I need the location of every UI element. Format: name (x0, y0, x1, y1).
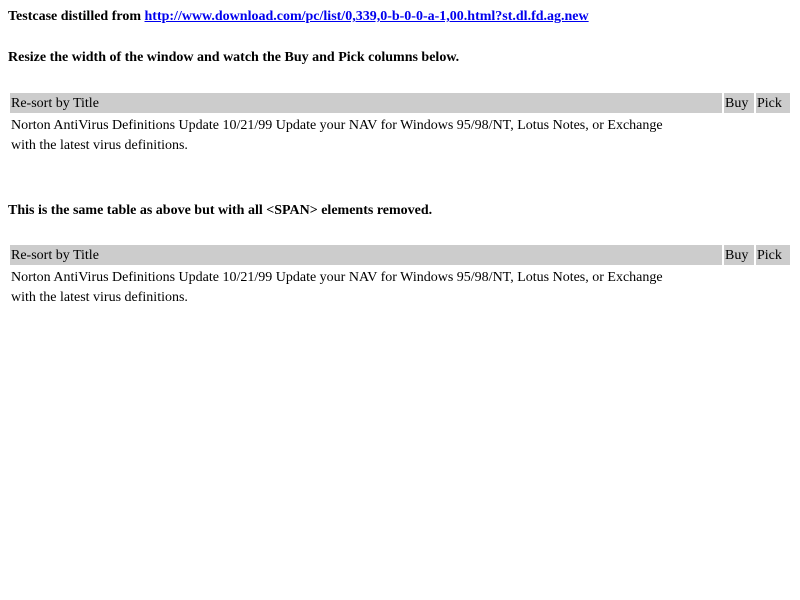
download-table-without-spans: Re-sort by Title Buy Pick Norton AntiVir… (8, 243, 792, 311)
resize-instruction: Resize the width of the window and watch… (8, 50, 460, 65)
buy-column-header: Buy (724, 93, 754, 113)
table-row: Norton AntiVirus Definitions Update 10/2… (10, 115, 790, 157)
buy-cell (724, 115, 754, 157)
buy-cell (724, 267, 754, 309)
testcase-intro: Testcase distilled from http://www.downl… (8, 9, 589, 25)
source-link[interactable]: http://www.download.com/pc/list/0,339,0-… (145, 9, 589, 24)
pick-column-label: Pick (757, 96, 782, 111)
pick-cell (756, 115, 790, 157)
download-table-with-spans: Re-sort by Title Buy Pick Norton AntiVir… (8, 91, 792, 159)
buy-column-header: Buy (724, 245, 754, 265)
resort-by-title-header[interactable]: Re-sort by Title (10, 245, 722, 265)
span-removed-note: This is the same table as above but with… (8, 203, 433, 218)
pick-cell (756, 267, 790, 309)
software-description: Norton AntiVirus Definitions Update 10/2… (11, 118, 663, 153)
intro-prefix: Testcase distilled from (8, 9, 145, 24)
table-row: Norton AntiVirus Definitions Update 10/2… (10, 267, 790, 309)
buy-column-label: Buy (725, 96, 749, 111)
pick-column-header: Pick (756, 245, 790, 265)
description-cell: Norton AntiVirus Definitions Update 10/2… (10, 267, 722, 309)
pick-column-header: Pick (756, 93, 790, 113)
table-header-row: Re-sort by Title Buy Pick (10, 245, 790, 265)
table-header-row: Re-sort by Title Buy Pick (10, 93, 790, 113)
resort-by-title-header[interactable]: Re-sort by Title (10, 93, 722, 113)
description-cell: Norton AntiVirus Definitions Update 10/2… (10, 115, 722, 157)
resort-by-title-label: Re-sort by Title (11, 96, 99, 111)
software-description: Norton AntiVirus Definitions Update 10/2… (11, 270, 663, 305)
